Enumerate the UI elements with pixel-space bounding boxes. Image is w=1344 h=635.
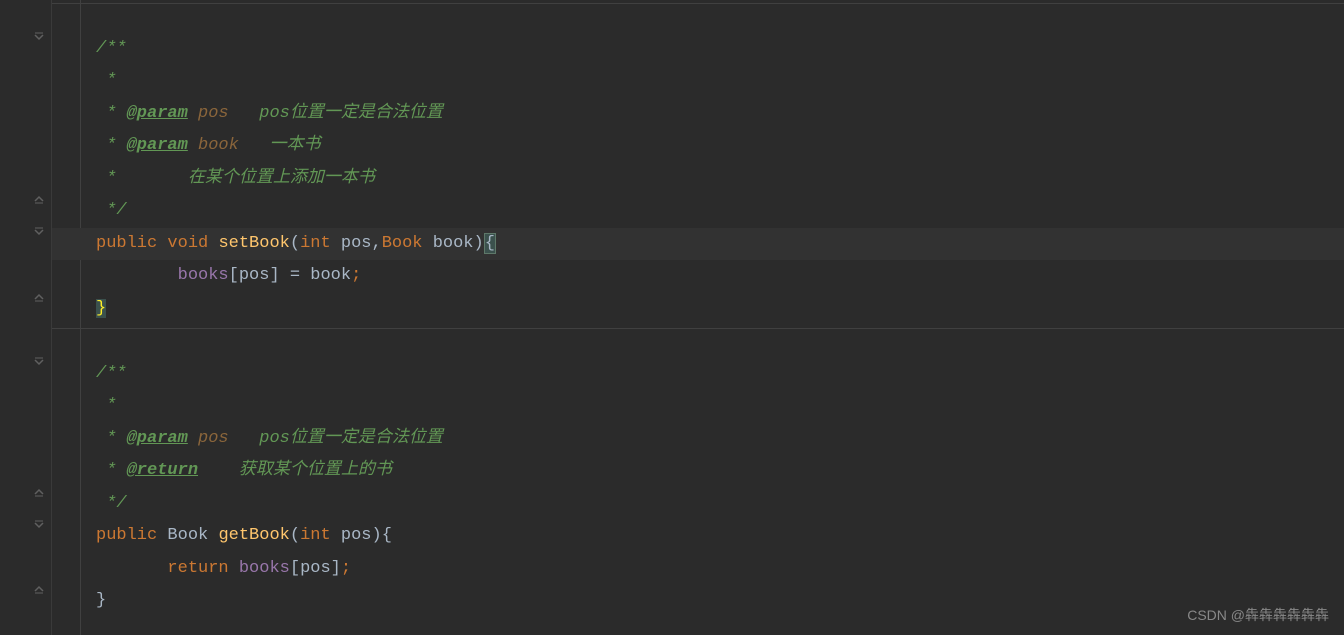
fold-icon[interactable]: [32, 485, 46, 499]
fold-icon[interactable]: [32, 290, 46, 304]
fold-icon[interactable]: [32, 518, 46, 532]
code-area[interactable]: /** * * @param pos pos位置一定是合法位置 * @param…: [52, 0, 1344, 635]
code-line[interactable]: * @param pos pos位置一定是合法位置: [52, 423, 1344, 456]
code-line[interactable]: /**: [52, 33, 1344, 66]
code-editor[interactable]: /** * * @param pos pos位置一定是合法位置 * @param…: [0, 0, 1344, 635]
code-line[interactable]: *: [52, 390, 1344, 423]
fold-icon[interactable]: [32, 30, 46, 44]
code-line[interactable]: */: [52, 488, 1344, 521]
code-line[interactable]: }: [52, 585, 1344, 618]
fold-icon[interactable]: [32, 225, 46, 239]
code-line[interactable]: *: [52, 65, 1344, 98]
code-line[interactable]: [52, 0, 1344, 33]
code-line[interactable]: * @return 获取某个位置上的书: [52, 455, 1344, 488]
code-line[interactable]: */: [52, 195, 1344, 228]
code-line[interactable]: public void setBook(int pos,Book book){: [52, 228, 1344, 261]
watermark: CSDN @犇犇犇犇犇犇: [1187, 605, 1329, 625]
gutter: [0, 0, 52, 635]
code-line[interactable]: * @param pos pos位置一定是合法位置: [52, 98, 1344, 131]
code-line[interactable]: }: [52, 293, 1344, 326]
fold-icon[interactable]: [32, 355, 46, 369]
code-line[interactable]: * 在某个位置上添加一本书: [52, 163, 1344, 196]
fold-icon[interactable]: [32, 582, 46, 596]
code-line[interactable]: books[pos] = book;: [52, 260, 1344, 293]
code-line[interactable]: return books[pos];: [52, 553, 1344, 586]
code-line[interactable]: public Book getBook(int pos){: [52, 520, 1344, 553]
code-line[interactable]: /**: [52, 358, 1344, 391]
fold-icon[interactable]: [32, 192, 46, 206]
code-line[interactable]: * @param book 一本书: [52, 130, 1344, 163]
code-line[interactable]: [52, 325, 1344, 358]
